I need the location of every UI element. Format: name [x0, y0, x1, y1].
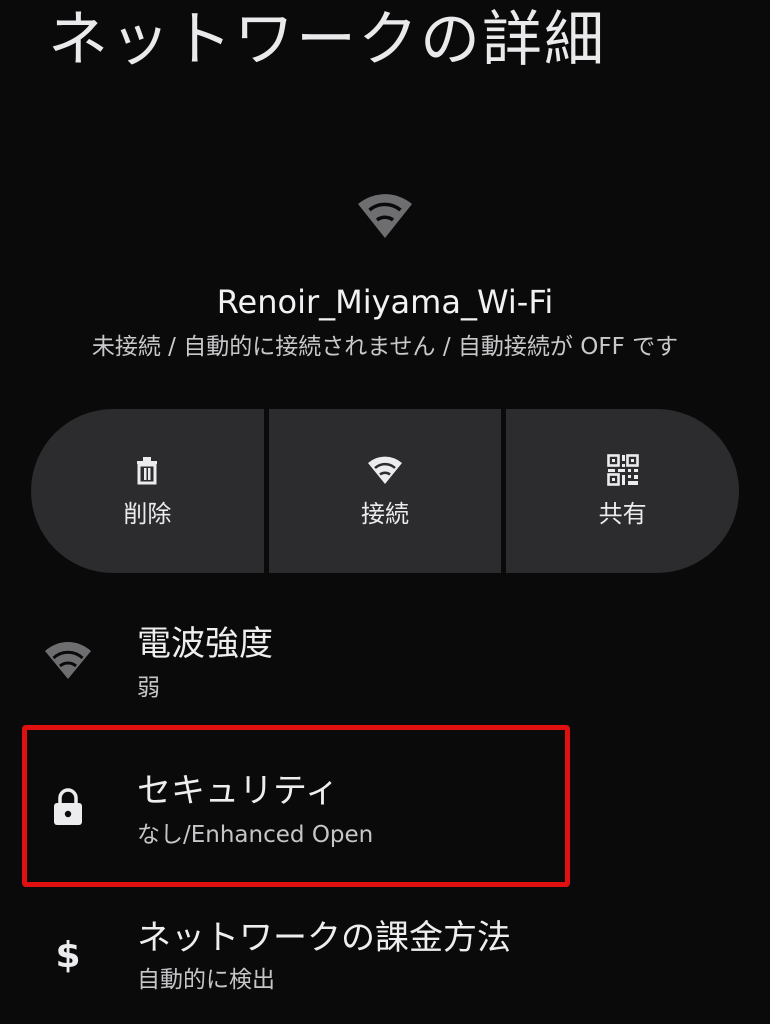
wifi-icon	[368, 456, 402, 484]
lock-icon	[40, 779, 96, 835]
list-item-value: 自動的に検出	[137, 967, 275, 993]
list-item-title: 電波強度	[137, 624, 273, 664]
list-item-value: 弱	[137, 675, 160, 701]
network-name: Renoir_Miyama_Wi-Fi	[216, 283, 554, 321]
list-item-title: ネットワークの課金方法	[137, 918, 511, 958]
delete-label: 削除	[123, 500, 172, 528]
delete-button[interactable]: 削除	[31, 409, 264, 573]
share-label: 共有	[598, 500, 647, 528]
list-item-title: セキュリティ	[137, 771, 339, 811]
connect-label: 接続	[361, 500, 409, 528]
list-item-metered[interactable]: $ ネットワークの課金方法 自動的に検出	[0, 900, 770, 1020]
share-button[interactable]: 共有	[506, 409, 740, 573]
list-item-value: なし/Enhanced Open	[137, 822, 374, 848]
dollar-icon: $	[55, 935, 81, 976]
list-item-signal-strength[interactable]: 電波強度 弱	[0, 600, 770, 720]
connect-button[interactable]: 接続	[268, 409, 502, 573]
page-title: ネットワークの詳細	[48, 5, 606, 75]
list-item-security[interactable]: セキュリティ なし/Enhanced Open	[0, 745, 770, 865]
action-bar: 削除 接続 共有	[31, 409, 740, 573]
signal-weak-icon	[40, 632, 96, 688]
network-status: 未接続 / 自動的に接続されません / 自動接続が OFF です	[91, 334, 679, 360]
qr-code-icon	[606, 454, 639, 486]
wifi-icon	[358, 194, 412, 238]
trash-icon	[137, 457, 158, 485]
